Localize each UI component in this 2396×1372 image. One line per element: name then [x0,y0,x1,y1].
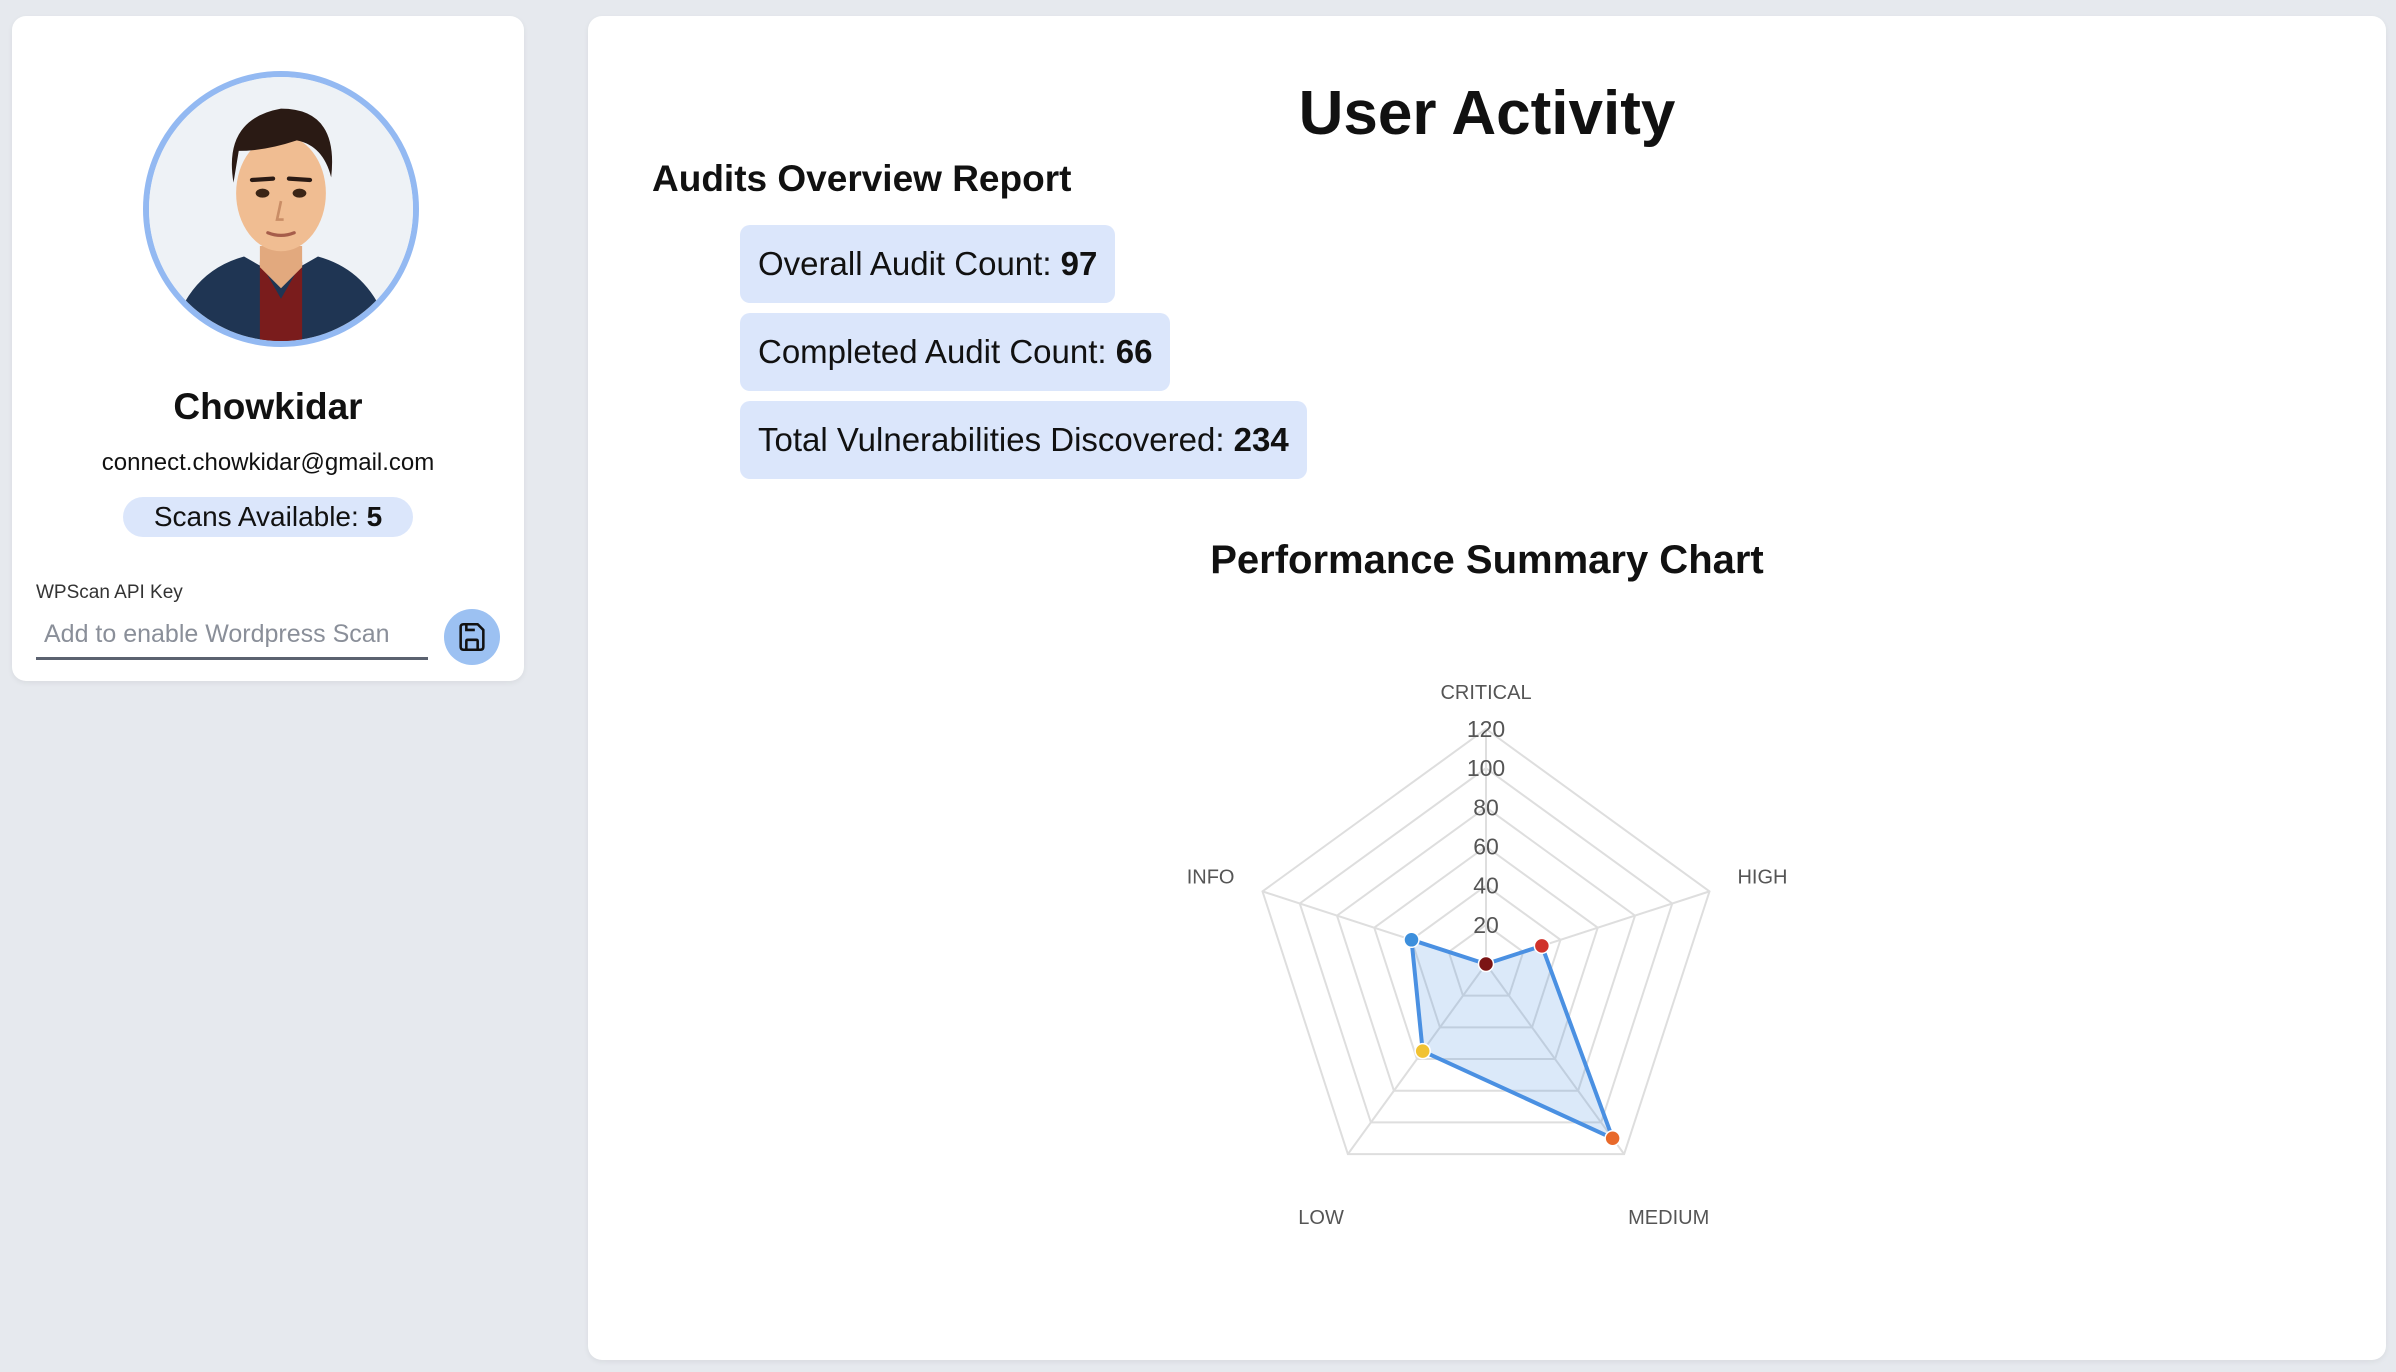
tick-label: 40 [1473,873,1499,899]
data-series-area [1409,937,1615,1141]
axis-label-critical: CRITICAL [1440,682,1531,704]
scans-available-badge: Scans Available: 5 [123,497,413,537]
data-point-medium [1604,1130,1621,1147]
axis-label-info: INFO [1187,866,1235,888]
tick-label: 80 [1473,794,1499,820]
tick-label: 120 [1467,716,1505,742]
data-point-info [1403,931,1420,949]
api-key-label: WPScan API Key [36,582,183,603]
avatar [143,71,419,347]
api-key-input[interactable] [36,612,428,660]
axis-label-high: HIGH [1737,866,1787,888]
tick-label: 20 [1473,912,1499,938]
data-point-critical [1477,955,1495,973]
tick-label: 100 [1467,755,1505,781]
radar-chart: 20 40 60 80 100 120 CRITICAL HIGH MEDIUM LOW INFO [1187,682,1788,1229]
profile-card: Chowkidar connect.chowkidar@gmail.com Sc… [12,16,524,681]
axis-label-medium: MEDIUM [1628,1207,1709,1229]
avatar-image [149,77,413,341]
main-panel: User Activity Audits Overview Report Ove… [588,16,2386,1360]
scans-available-label: Scans Available: [153,501,359,532]
user-name: Chowkidar [173,386,363,427]
data-point-high [1533,937,1551,955]
user-email: connect.chowkidar@gmail.com [101,449,435,476]
tick-label: 60 [1473,834,1499,860]
data-point-low [1414,1042,1431,1060]
axis-label-low: LOW [1298,1207,1344,1229]
scans-available-value: 5 [366,501,383,532]
save-icon [459,622,485,652]
save-api-key-button[interactable] [444,609,500,665]
